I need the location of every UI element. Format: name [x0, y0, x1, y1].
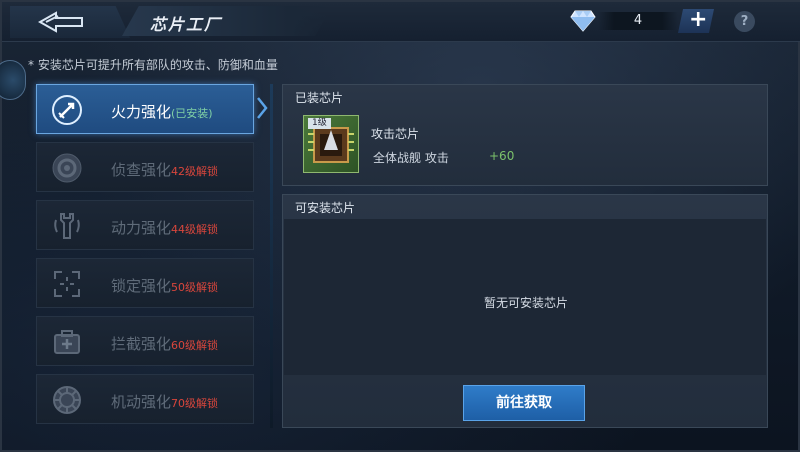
gear-wheel-icon: [51, 384, 83, 416]
available-chip-panel: 可安装芯片 暂无可安装芯片 前往获取: [282, 194, 768, 428]
menu-item-status: (已安装): [171, 107, 213, 120]
menu-item-power[interactable]: 动力强化44级解锁: [36, 200, 254, 250]
plus-icon: +: [689, 7, 708, 32]
diamond-icon: [570, 10, 596, 32]
menu-item-label: 动力强化: [111, 219, 172, 237]
chip-bonus: +60: [489, 149, 515, 163]
menu-item-label: 火力强化: [111, 103, 172, 121]
help-button[interactable]: ?: [734, 11, 755, 32]
menu-item-label: 机动强化: [111, 393, 172, 411]
menu-item-status: 42级解锁: [171, 165, 219, 178]
menu-item-label: 侦查强化: [111, 161, 172, 179]
go-obtain-button[interactable]: 前往获取: [463, 385, 585, 421]
chip-name: 攻击芯片: [371, 127, 420, 141]
gem-count: 4: [598, 12, 678, 30]
wrench-icon: [51, 210, 83, 242]
page-title: 芯片工厂: [150, 15, 223, 34]
missile-icon: [51, 94, 83, 126]
chip-card[interactable]: 1级: [303, 115, 359, 173]
back-arrow-icon: [38, 11, 83, 33]
target-bracket-icon: [51, 268, 83, 300]
menu-item-intercept[interactable]: 拦截强化60级解锁: [36, 316, 254, 366]
installed-chip-panel: 已装芯片 1级 攻击芯片 全体战舰 攻击 +60: [282, 84, 768, 186]
radar-icon: [51, 152, 83, 184]
tip-text: * 安装芯片可提升所有部队的攻击、防御和血量: [28, 58, 278, 72]
add-gems-button[interactable]: +: [678, 9, 714, 33]
enhance-menu: 火力强化(已安装) 侦查强化42级解锁 动力强化44级解锁 锁定强化50级解锁 …: [36, 84, 256, 432]
game-screen: 芯片工厂 4 + ? * 安装芯片可提升所有部队的攻击、防御和血量 火力强化(已…: [0, 0, 800, 452]
chip-level-badge: 1级: [308, 118, 331, 129]
menu-item-status: 70级解锁: [171, 397, 219, 410]
menu-item-label: 锁定强化: [111, 277, 172, 295]
menu-item-lock[interactable]: 锁定强化50级解锁: [36, 258, 254, 308]
menu-item-mobility[interactable]: 机动强化70级解锁: [36, 374, 254, 424]
menu-item-firepower[interactable]: 火力强化(已安装): [36, 84, 254, 134]
chip-stat: 全体战舰 攻击: [373, 151, 449, 165]
menu-item-status: 60级解锁: [171, 339, 219, 352]
menu-item-status: 50级解锁: [171, 281, 219, 294]
top-bar: 芯片工厂 4 + ?: [2, 2, 800, 42]
installed-panel-title: 已装芯片: [295, 91, 344, 105]
menu-divider: [270, 84, 273, 428]
menu-item-label: 拦截强化: [111, 335, 172, 353]
available-panel-title: 可安装芯片: [295, 201, 356, 215]
back-button[interactable]: [10, 6, 130, 38]
side-badge-icon[interactable]: [0, 60, 26, 100]
medkit-icon: [51, 326, 83, 358]
empty-message: 暂无可安装芯片: [483, 296, 568, 310]
menu-item-scout[interactable]: 侦查强化42级解锁: [36, 142, 254, 192]
menu-item-status: 44级解锁: [171, 223, 219, 236]
chevron-right-icon: [257, 97, 268, 119]
